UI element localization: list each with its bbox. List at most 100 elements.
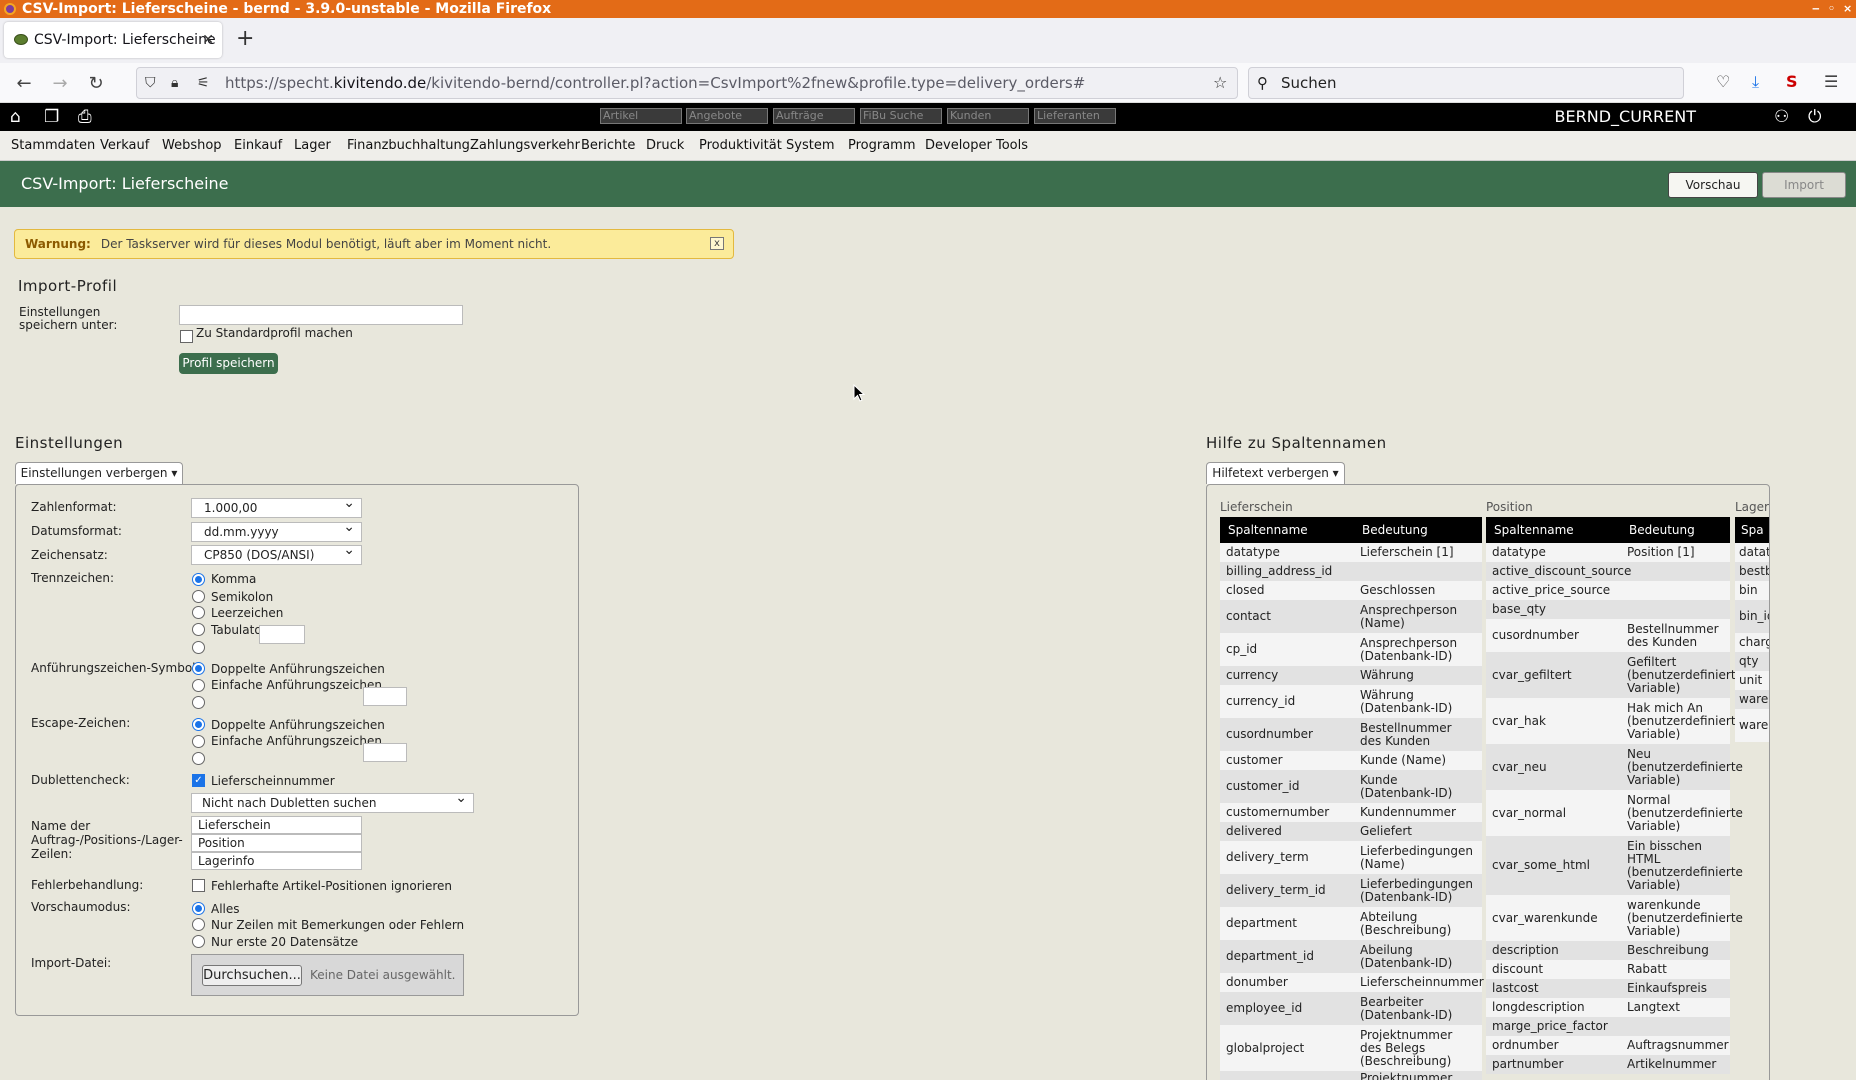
menu-zahlungsverkehr[interactable]: Zahlungsverkehr	[470, 138, 580, 153]
print-icon[interactable]: ⎙	[78, 107, 92, 127]
menu-lager[interactable]: Lager	[294, 138, 331, 153]
column-name-cell: datatype	[1486, 543, 1621, 562]
menu-stammdaten[interactable]: Stammdaten	[11, 138, 95, 153]
quicksearch-artikel[interactable]: Artikel	[600, 108, 682, 124]
menu-programm[interactable]: Programm	[848, 138, 916, 153]
reload-icon[interactable]: ↻	[84, 73, 108, 94]
menu-produktivitaet[interactable]: Produktivität	[699, 138, 782, 153]
column-name-cell: bin_id	[1735, 600, 1769, 633]
date-format-select[interactable]: dd.mm.yyyy	[191, 518, 362, 542]
profile-name-input[interactable]	[179, 305, 463, 325]
menu-system[interactable]: System	[786, 138, 834, 153]
column-meaning-cell: Auftragsnummer	[1621, 1036, 1730, 1055]
sep-space-radio[interactable]	[192, 606, 205, 619]
column-meaning-cell: Projektnummer des Belegs (Beschreibung)	[1354, 1025, 1482, 1071]
section-position: Position	[1486, 500, 1533, 514]
forward-icon[interactable]: →	[48, 73, 72, 94]
tab-bar: CSV-Import: Lieferscheine ✕ +	[0, 18, 1856, 63]
menu-finanzbuchhaltung[interactable]: Finanzbuchhaltung	[347, 138, 470, 153]
preview-errors-radio[interactable]	[192, 918, 205, 931]
extension-icon[interactable]: S	[1786, 72, 1798, 91]
column-name-cell: base_qty	[1486, 600, 1621, 619]
row-name-position-input[interactable]: Position	[191, 834, 362, 852]
escape-double-radio[interactable]	[192, 718, 205, 731]
table-row: dataty	[1735, 543, 1769, 562]
menu-berichte[interactable]: Berichte	[581, 138, 635, 153]
row-name-order-input[interactable]: Lieferschein	[191, 816, 362, 834]
sep-tab-radio[interactable]	[192, 623, 205, 636]
sep-semicolon-radio[interactable]	[192, 590, 205, 603]
logout-icon[interactable]: ⏻	[1808, 107, 1821, 127]
duplicate-check-label: Dublettencheck:	[31, 773, 130, 787]
row-name-stock-input[interactable]: Lagerinfo	[191, 852, 362, 870]
menu-webshop[interactable]: Webshop	[162, 138, 222, 153]
quote-single-radio[interactable]	[192, 679, 205, 692]
sep-custom-radio[interactable]	[192, 641, 205, 654]
table-row: employee_id Bearbeiter (Datenbank-ID)	[1220, 992, 1482, 1025]
menu-einkauf[interactable]: Einkauf	[234, 138, 282, 153]
escape-custom-radio[interactable]	[192, 752, 205, 765]
default-profile-checkbox[interactable]	[180, 330, 193, 343]
quicksearch-angebote[interactable]: Angebote	[686, 108, 768, 124]
menu-verkauf[interactable]: Verkauf	[100, 138, 149, 153]
escape-custom-input[interactable]	[363, 743, 407, 762]
hide-settings-tab[interactable]: Einstellungen verbergen ▾	[15, 462, 183, 484]
sep-comma-radio[interactable]	[192, 573, 205, 586]
shield-icon[interactable]: ⛉	[145, 68, 156, 98]
column-name-cell: customer_id	[1220, 770, 1354, 803]
search-icon: ⚲	[1257, 74, 1268, 92]
menu-icon[interactable]: ☰	[1824, 72, 1838, 91]
close-tab-icon[interactable]: ✕	[202, 22, 214, 58]
back-icon[interactable]: ←	[12, 73, 36, 94]
hide-help-tab[interactable]: Hilfetext verbergen ▾	[1206, 462, 1345, 484]
table-row: ordnumber Auftragsnummer	[1486, 1036, 1730, 1055]
import-button[interactable]: Import	[1762, 172, 1846, 198]
url-bar[interactable]: ⛉ 🔒︎ ⚟ https://specht.kivitendo.de/kivit…	[136, 67, 1238, 99]
quote-double-radio[interactable]	[192, 662, 205, 675]
close-window-icon[interactable]: ×	[1843, 0, 1852, 18]
quicksearch-kunden[interactable]: Kunden	[947, 108, 1029, 124]
quote-custom-radio[interactable]	[192, 696, 205, 709]
preview-button[interactable]: Vorschau	[1668, 172, 1758, 198]
permissions-icon[interactable]: ⚟	[197, 68, 210, 98]
current-user: BERND_CURRENT	[1554, 107, 1696, 126]
new-tab-icon[interactable]: +	[236, 26, 254, 51]
user-icon[interactable]: ⚇	[1774, 107, 1789, 127]
lock-icon[interactable]: 🔒︎	[171, 68, 178, 98]
preview-first20-radio[interactable]	[192, 935, 205, 948]
table-row: partnumber Artikelnummer	[1486, 1055, 1730, 1074]
pocket-icon[interactable]: ♡	[1716, 72, 1730, 91]
escape-single-radio[interactable]	[192, 735, 205, 748]
maximize-icon[interactable]: ◦	[1828, 0, 1835, 18]
ignore-errors-checkbox[interactable]	[192, 879, 205, 892]
bookmark-star-icon[interactable]: ☆	[1213, 68, 1227, 98]
kivitendo-topbar: ⌂ ❐ ⎙ Artikel Angebote Aufträge FiBu Suc…	[0, 103, 1856, 131]
file-input[interactable]: Durchsuchen... Keine Datei ausgewählt.	[191, 954, 464, 996]
preview-all-radio[interactable]	[192, 902, 205, 915]
duplicate-mode-select[interactable]: Nicht nach Dubletten suchen	[191, 789, 474, 813]
column-name-cell: department_id	[1220, 940, 1354, 973]
quicksearch-lieferanten[interactable]: Lieferanten	[1034, 108, 1116, 124]
quote-custom-input[interactable]	[363, 687, 407, 706]
number-format-select[interactable]: 1.000,00	[191, 494, 362, 518]
browser-tab[interactable]: CSV-Import: Lieferscheine ✕	[4, 22, 222, 58]
quicksearch-fibu[interactable]: FiBu Suche	[860, 108, 942, 124]
search-input[interactable]: ⚲ Suchen	[1248, 67, 1684, 99]
downloads-icon[interactable]: ⤓	[1752, 72, 1759, 92]
dup-deliverynumber-checkbox[interactable]: ✓	[192, 774, 205, 787]
browse-button[interactable]: Durchsuchen...	[202, 965, 302, 986]
menu-developer-tools[interactable]: Developer Tools	[925, 138, 1028, 153]
window-titlebar: CSV-Import: Lieferscheine - bernd - 3.9.…	[0, 0, 1856, 18]
close-warning-button[interactable]: x	[710, 237, 724, 250]
new-window-icon[interactable]: ❐	[44, 107, 59, 127]
quicksearch-auftraege[interactable]: Aufträge	[773, 108, 855, 124]
column-meaning-cell: Geliefert	[1354, 822, 1482, 841]
menu-druck[interactable]: Druck	[646, 138, 684, 153]
column-meaning-cell: Ansprechperson (Name)	[1354, 600, 1482, 633]
minimize-icon[interactable]: ‒	[1812, 0, 1820, 18]
charset-select[interactable]: CP850 (DOS/ANSI)	[191, 541, 362, 565]
home-icon[interactable]: ⌂	[10, 107, 21, 127]
save-profile-button[interactable]: Profil speichern	[179, 353, 278, 374]
sep-custom-input[interactable]	[259, 625, 305, 644]
column-meaning-cell	[1621, 1017, 1730, 1036]
